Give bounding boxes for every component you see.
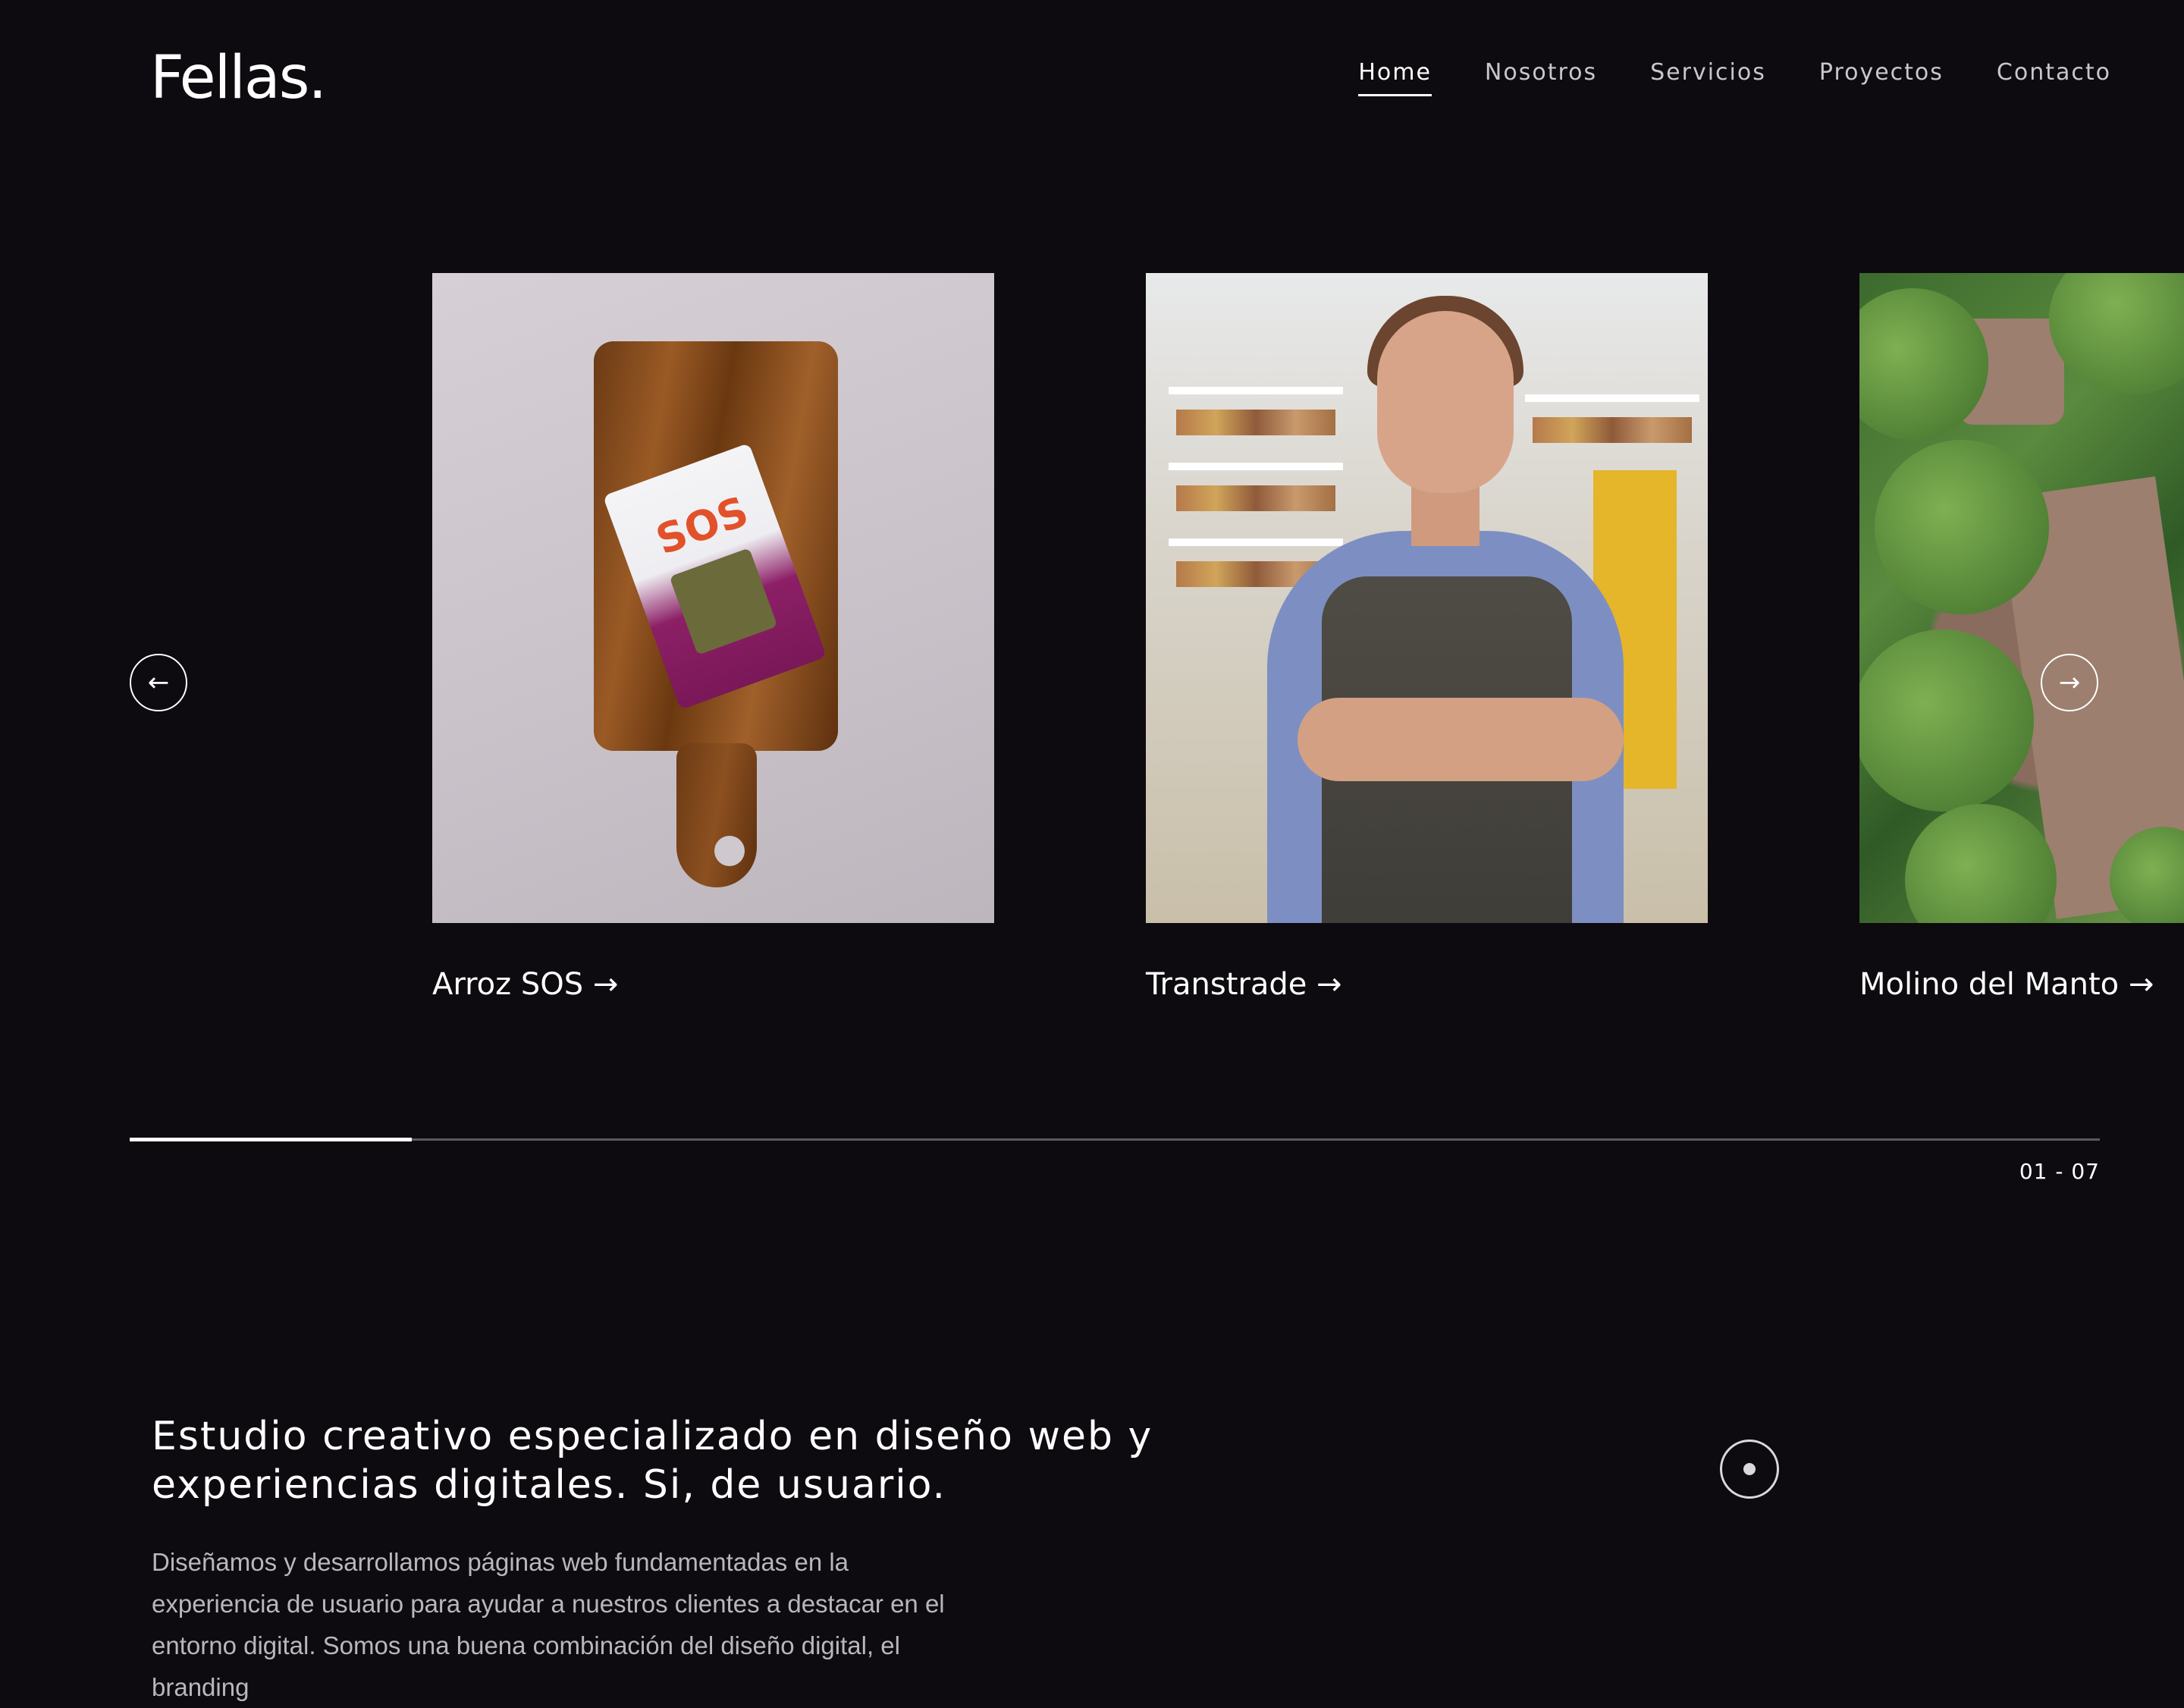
person-face	[1377, 311, 1514, 493]
scroll-indicator-icon[interactable]	[1720, 1440, 1779, 1499]
scroll-indicator-dot	[1743, 1463, 1756, 1475]
project-card-transtrade[interactable]: Transtrade →	[1146, 273, 1708, 1002]
carousel-prev-button[interactable]: ←	[130, 654, 187, 711]
logo[interactable]: Fellas.	[150, 44, 327, 112]
tree-canopy	[2049, 273, 2184, 394]
shelf	[1169, 463, 1343, 470]
shelf	[1169, 387, 1343, 394]
intro-body-line: experiencia de usuario para ayudar a nue…	[152, 1590, 945, 1618]
project-image-transtrade[interactable]	[1146, 273, 1708, 923]
intro-headline-line: Estudio creativo especializado en diseño…	[152, 1414, 1153, 1459]
nav-proyectos[interactable]: Proyectos	[1819, 59, 1944, 96]
project-card-arroz-sos[interactable]: SOS Arroz SOS →	[432, 273, 994, 1002]
person-arms	[1298, 698, 1624, 781]
cutting-board-hole	[714, 836, 745, 866]
tree-canopy	[1905, 804, 2057, 923]
project-image-molino-del-manto[interactable]	[1859, 273, 2184, 923]
carousel-counter: 01 - 07	[2019, 1159, 2100, 1184]
nav-servicios[interactable]: Servicios	[1650, 59, 1766, 96]
shelf	[1169, 538, 1343, 546]
shelf-goods	[1176, 485, 1335, 511]
intro-body-line: entorno digital. Somos una buena combina…	[152, 1631, 900, 1701]
project-title-arroz-sos[interactable]: Arroz SOS →	[432, 967, 994, 1002]
package-window	[669, 548, 778, 655]
nav-home[interactable]: Home	[1358, 59, 1432, 96]
intro-body-text: Diseñamos y desarrollamos páginas web fu…	[152, 1541, 1001, 1708]
arrow-right-icon: →	[2058, 667, 2081, 698]
shelf	[1525, 394, 1699, 402]
arrow-left-icon: ←	[147, 667, 170, 698]
project-card-molino-del-manto[interactable]: Molino del Manto →	[1859, 273, 2184, 1002]
intro-body-line: Diseñamos y desarrollamos páginas web fu…	[152, 1548, 849, 1576]
intro-headline: Estudio creativo especializado en diseño…	[152, 1412, 1213, 1509]
nav-nosotros[interactable]: Nosotros	[1485, 59, 1597, 96]
main-nav: Home Nosotros Servicios Proyectos Contac…	[1358, 59, 2111, 96]
tree-canopy	[1875, 440, 2049, 614]
tree-canopy	[1859, 630, 2034, 812]
project-title-molino-del-manto[interactable]: Molino del Manto →	[1859, 967, 2184, 1002]
nav-contacto[interactable]: Contacto	[1997, 59, 2111, 96]
project-title-transtrade[interactable]: Transtrade →	[1146, 967, 1708, 1002]
carousel-progress-fill	[130, 1138, 412, 1141]
shelf-goods	[1533, 417, 1692, 443]
project-image-arroz-sos[interactable]: SOS	[432, 273, 994, 923]
cutting-board-handle	[676, 743, 757, 887]
shelf-goods	[1176, 410, 1335, 435]
carousel-next-button[interactable]: →	[2041, 654, 2098, 711]
intro-headline-line: experiencias digitales. Si, de usuario.	[152, 1462, 947, 1508]
carousel-progress-bar[interactable]	[130, 1138, 2100, 1141]
